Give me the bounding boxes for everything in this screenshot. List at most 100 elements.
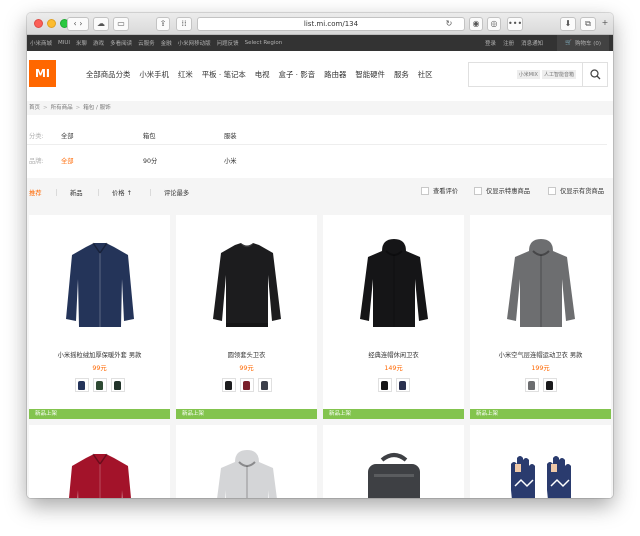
product-card[interactable] bbox=[323, 425, 464, 498]
product-image[interactable] bbox=[211, 239, 283, 331]
topnav-link[interactable]: 云服务 bbox=[138, 39, 155, 47]
product-image[interactable] bbox=[505, 239, 577, 331]
color-variant-thumb[interactable] bbox=[257, 378, 272, 392]
close-window-button[interactable] bbox=[34, 19, 43, 28]
product-card[interactable]: 圆领套头卫衣 99元 新品上架 bbox=[176, 215, 317, 419]
search-hot-tag[interactable]: 人工智能音箱 bbox=[541, 70, 576, 79]
minimize-window-button[interactable] bbox=[47, 19, 56, 28]
main-nav-item[interactable]: 电视 bbox=[255, 69, 270, 80]
topnav-link[interactable]: 消息通知 bbox=[521, 39, 543, 47]
main-nav-item[interactable]: 盒子 · 影音 bbox=[279, 69, 316, 80]
checkbox-box[interactable] bbox=[474, 186, 482, 195]
product-card[interactable]: 小米摇粒绒加厚保暖外套 男款 99元 新品上架 bbox=[29, 215, 170, 419]
checkbox-show-deals[interactable]: 仅显示特惠商品 bbox=[474, 186, 530, 195]
main-nav-item[interactable]: 平板 · 笔记本 bbox=[202, 69, 246, 80]
breadcrumb-separator: > bbox=[43, 105, 48, 111]
topnav-link[interactable]: 米聊 bbox=[76, 39, 87, 47]
color-variant-thumb[interactable] bbox=[74, 378, 89, 392]
product-name[interactable]: 小米摇粒绒加厚保暖外套 男款 bbox=[29, 350, 170, 359]
browser-titlebar: ‹ › ☁ ▭ ⇪ ⁞⁞ list.mi.com/134 ↻ ◉ ◎ ••• ⬇… bbox=[27, 13, 613, 35]
main-nav-item[interactable]: 智能硬件 bbox=[355, 69, 385, 80]
search-box[interactable]: 小米MIX 人工智能音箱 bbox=[468, 62, 608, 87]
divider bbox=[150, 189, 151, 196]
product-card[interactable]: 小米空气层连帽运动卫衣 男款 199元 新品上架 bbox=[470, 215, 611, 419]
color-variant-thumb[interactable] bbox=[110, 378, 125, 392]
more-icon[interactable]: ••• bbox=[507, 17, 523, 31]
main-nav-item[interactable]: 全部商品分类 bbox=[86, 69, 130, 80]
reload-icon[interactable]: ↻ bbox=[443, 18, 455, 30]
topnav-link[interactable]: 小米网移动版 bbox=[178, 39, 211, 47]
cloud-tabs-icon[interactable]: ☁ bbox=[93, 17, 109, 31]
share-icon[interactable]: ⇪ bbox=[156, 17, 170, 31]
breadcrumb-item[interactable]: 所有商品 bbox=[51, 105, 73, 111]
sidebar-icon[interactable]: ▭ bbox=[113, 17, 129, 31]
topnav-link[interactable]: 登录 bbox=[485, 39, 496, 47]
product-name[interactable]: 经典连帽休闲卫衣 bbox=[323, 350, 464, 359]
filter-option[interactable]: 箱包 bbox=[143, 131, 156, 140]
downloads-icon[interactable]: ⬇ bbox=[560, 17, 576, 31]
product-card[interactable] bbox=[470, 425, 611, 498]
color-variants bbox=[323, 378, 464, 392]
cart-button[interactable]: 🛒 购物车 (0) bbox=[557, 35, 609, 51]
topnav-link[interactable]: 注册 bbox=[503, 39, 514, 47]
filter-option[interactable]: 全部 bbox=[61, 156, 74, 165]
product-card[interactable]: 经典连帽休闲卫衣 149元 新品上架 bbox=[323, 215, 464, 419]
divider bbox=[56, 189, 57, 196]
product-image[interactable] bbox=[358, 450, 430, 498]
product-card[interactable] bbox=[29, 425, 170, 498]
color-variant-thumb[interactable] bbox=[92, 378, 107, 392]
product-card[interactable] bbox=[176, 425, 317, 498]
filter-option[interactable]: 服装 bbox=[224, 131, 237, 140]
sort-reviews[interactable]: 评论最多 bbox=[164, 188, 189, 197]
checkbox-box[interactable] bbox=[421, 186, 429, 195]
topnav-link[interactable]: Select Region bbox=[245, 40, 283, 46]
product-name[interactable]: 小米空气层连帽运动卫衣 男款 bbox=[470, 350, 611, 359]
topnav-link[interactable]: 小米商城 bbox=[30, 39, 52, 47]
color-variant-thumb[interactable] bbox=[395, 378, 410, 392]
filter-option[interactable]: 小米 bbox=[224, 156, 237, 165]
tabs-overview-icon[interactable]: ⧉ bbox=[580, 17, 596, 31]
product-image[interactable] bbox=[64, 239, 136, 331]
product-image[interactable] bbox=[505, 450, 577, 498]
topnav-link[interactable]: 金融 bbox=[161, 39, 172, 47]
extension-icon[interactable]: ◉ bbox=[469, 17, 483, 31]
mi-logo[interactable]: MI bbox=[29, 60, 56, 87]
sort-price[interactable]: 价格 ↑ bbox=[112, 188, 132, 197]
search-button[interactable] bbox=[582, 63, 607, 86]
address-bar[interactable]: list.mi.com/134 bbox=[197, 17, 465, 31]
sort-recommended[interactable]: 推荐 bbox=[29, 188, 42, 197]
checkbox-in-stock[interactable]: 仅显示有货商品 bbox=[548, 186, 604, 195]
filter-option[interactable]: 90分 bbox=[143, 156, 157, 165]
topnav-link[interactable]: 游戏 bbox=[93, 39, 104, 47]
product-image[interactable] bbox=[358, 239, 430, 331]
main-nav-item[interactable]: 服务 bbox=[394, 69, 409, 80]
top-sites-icon[interactable]: ⁞⁞ bbox=[176, 17, 192, 31]
checkbox-box[interactable] bbox=[548, 186, 556, 195]
topnav-link[interactable]: 问题反馈 bbox=[217, 39, 239, 47]
color-variant-thumb[interactable] bbox=[377, 378, 392, 392]
product-name[interactable]: 圆领套头卫衣 bbox=[176, 350, 317, 359]
filter-option[interactable]: 全部 bbox=[61, 131, 74, 140]
new-tab-button[interactable]: + bbox=[600, 17, 610, 31]
search-hot-tag[interactable]: 小米MIX bbox=[516, 70, 540, 79]
filter-row-brand: 品牌: 全部 90分 小米 bbox=[27, 151, 607, 169]
color-variant-thumb[interactable] bbox=[221, 378, 236, 392]
color-variant-thumb[interactable] bbox=[239, 378, 254, 392]
sort-new[interactable]: 新品 bbox=[70, 188, 83, 197]
main-nav-item[interactable]: 红米 bbox=[178, 69, 193, 80]
main-nav-item[interactable]: 路由器 bbox=[324, 69, 346, 80]
color-variant-thumb[interactable] bbox=[542, 378, 557, 392]
extension-icon[interactable]: ◎ bbox=[487, 17, 501, 31]
color-variant-thumb[interactable] bbox=[524, 378, 539, 392]
breadcrumb-item[interactable]: 首页 bbox=[29, 105, 40, 111]
back-forward-buttons[interactable]: ‹ › bbox=[67, 17, 89, 31]
topnav-link[interactable]: MIUI bbox=[58, 40, 70, 46]
topnav-link[interactable]: 多看阅读 bbox=[110, 39, 132, 47]
product-price: 99元 bbox=[239, 365, 254, 372]
checkbox-show-reviews[interactable]: 查看评价 bbox=[421, 186, 458, 195]
main-nav-item[interactable]: 小米手机 bbox=[139, 69, 169, 80]
new-arrival-badge: 新品上架 bbox=[470, 409, 611, 419]
main-nav-item[interactable]: 社区 bbox=[418, 69, 433, 80]
product-image[interactable] bbox=[64, 450, 136, 498]
product-image[interactable] bbox=[211, 450, 283, 498]
